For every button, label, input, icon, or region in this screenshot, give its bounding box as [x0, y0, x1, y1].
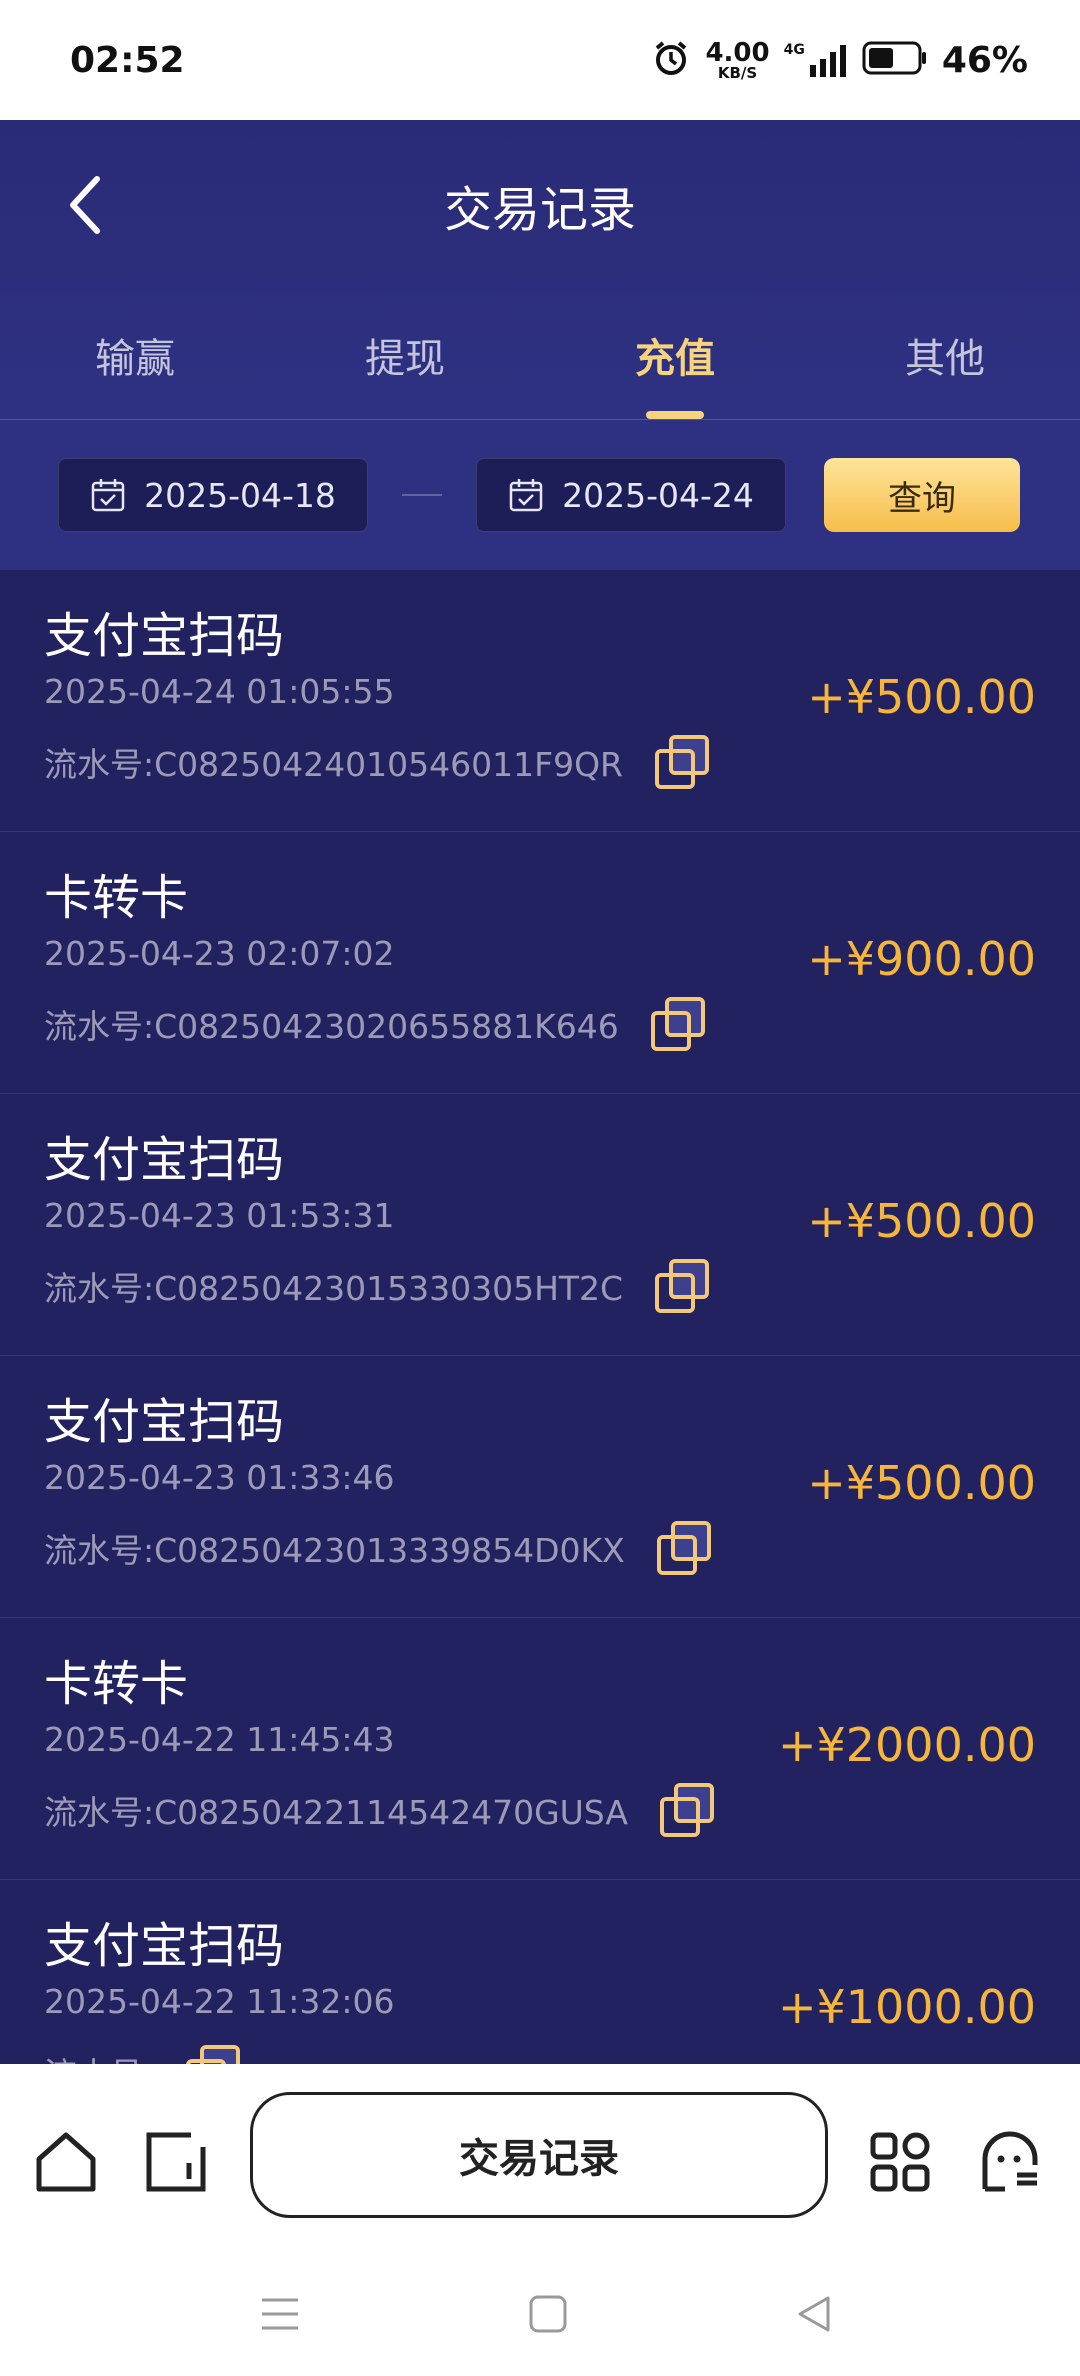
window-icon	[146, 2132, 206, 2192]
tab-win-loss[interactable]: 输赢	[0, 290, 270, 419]
record-amount: +¥2000.00	[777, 1718, 1036, 1772]
record-title: 支付宝扫码	[44, 608, 285, 664]
query-button[interactable]: 查询	[824, 458, 1020, 532]
tab-bar: 输赢 提现 充值 其他	[0, 290, 1080, 420]
record-serial: 流水号:C08250423020655881K646	[44, 995, 1036, 1053]
copy-icon[interactable]	[649, 995, 707, 1053]
record-amount: +¥500.00	[807, 1194, 1036, 1248]
copy-icon[interactable]	[653, 1257, 711, 1315]
record-amount: +¥1000.00	[777, 1980, 1036, 2034]
calendar-icon	[91, 479, 125, 512]
menu-nav-button[interactable]	[250, 2284, 310, 2344]
page-title: 交易记录	[443, 182, 636, 238]
square-icon	[529, 2295, 567, 2333]
tab-recharge[interactable]: 充值	[540, 290, 810, 419]
back-nav-button[interactable]	[784, 2284, 844, 2344]
list-item[interactable]: 支付宝扫码 2025-04-24 01:05:55 流水号:C082504240…	[0, 570, 1080, 832]
home-icon	[36, 2132, 96, 2192]
battery-icon	[862, 40, 928, 80]
copy-icon[interactable]	[655, 1519, 713, 1577]
net-speed: 4.00 KB/S	[705, 37, 770, 82]
record-amount: +¥500.00	[807, 1456, 1036, 1510]
apps-button[interactable]	[864, 2126, 936, 2198]
copy-icon[interactable]	[184, 2043, 242, 2064]
record-serial: 流水号:C08250424010546011F9QR	[44, 733, 1036, 791]
ghost-icon	[982, 2131, 1038, 2192]
record-list[interactable]: 支付宝扫码 2025-04-24 01:05:55 流水号:C082504240…	[0, 570, 1080, 2064]
list-item[interactable]: 支付宝扫码 2025-04-22 11:32:06 流水号: +¥1000.00	[0, 1880, 1080, 2064]
status-icons: 4.00 KB/S 4G 46%	[651, 38, 1028, 82]
record-serial: 流水号:C08250422114542470GUSA	[44, 1781, 1036, 1839]
start-date-picker[interactable]: 2025-04-18	[58, 458, 368, 532]
app-screen: 交易记录 输赢 提现 充值 其他 2025-04-18 2025-04-24 查…	[0, 120, 1080, 2064]
bottom-toolbar: 交易记录	[0, 2064, 1080, 2254]
record-title: 支付宝扫码	[44, 1394, 285, 1450]
bottom-bar: 交易记录	[0, 2064, 1080, 2376]
back-button[interactable]	[50, 170, 120, 240]
status-time: 02:52	[70, 39, 185, 81]
alarm-icon	[651, 38, 691, 82]
record-title: 卡转卡	[44, 870, 189, 926]
header: 交易记录 输赢 提现 充值 其他	[0, 120, 1080, 420]
nav-bar: 交易记录	[0, 120, 1080, 290]
center-tab-button[interactable]: 交易记录	[250, 2092, 828, 2218]
tab-other[interactable]: 其他	[810, 290, 1080, 419]
end-date-picker[interactable]: 2025-04-24	[476, 458, 786, 532]
record-title: 支付宝扫码	[44, 1132, 285, 1188]
list-item[interactable]: 支付宝扫码 2025-04-23 01:53:31 流水号:C082504230…	[0, 1094, 1080, 1356]
record-amount: +¥900.00	[807, 932, 1036, 986]
status-bar: 02:52 4.00 KB/S 4G 46%	[0, 0, 1080, 120]
date-range-separator	[402, 494, 442, 496]
copy-icon[interactable]	[653, 733, 711, 791]
menu-icon	[262, 2298, 298, 2330]
copy-icon[interactable]	[658, 1781, 716, 1839]
tabs-button[interactable]	[140, 2126, 212, 2198]
record-serial: 流水号:	[44, 2043, 1036, 2064]
record-title: 支付宝扫码	[44, 1918, 285, 1974]
chevron-left-icon	[70, 176, 100, 234]
calendar-icon	[509, 479, 543, 512]
record-serial: 流水号:C08250423015330305HT2C	[44, 1257, 1036, 1315]
filter-bar: 2025-04-18 2025-04-24 查询	[0, 420, 1080, 570]
start-date-value: 2025-04-18	[144, 475, 336, 515]
end-date-value: 2025-04-24	[562, 475, 754, 515]
grid-icon	[870, 2132, 930, 2192]
list-item[interactable]: 支付宝扫码 2025-04-23 01:33:46 流水号:C082504230…	[0, 1356, 1080, 1618]
list-item[interactable]: 卡转卡 2025-04-23 02:07:02 流水号:C08250423020…	[0, 832, 1080, 1094]
signal-icon: 4G	[784, 43, 848, 77]
list-item[interactable]: 卡转卡 2025-04-22 11:45:43 流水号:C08250422114…	[0, 1618, 1080, 1880]
support-button[interactable]	[974, 2126, 1046, 2198]
tab-withdraw[interactable]: 提现	[270, 290, 540, 419]
system-nav-bar	[0, 2254, 1080, 2376]
record-title: 卡转卡	[44, 1656, 189, 1712]
record-serial: 流水号:C08250423013339854D0KX	[44, 1519, 1036, 1577]
triangle-back-icon	[798, 2296, 830, 2332]
home-button[interactable]	[30, 2126, 102, 2198]
battery-percent: 46%	[941, 39, 1028, 81]
home-nav-button[interactable]	[518, 2284, 578, 2344]
record-amount: +¥500.00	[807, 670, 1036, 724]
